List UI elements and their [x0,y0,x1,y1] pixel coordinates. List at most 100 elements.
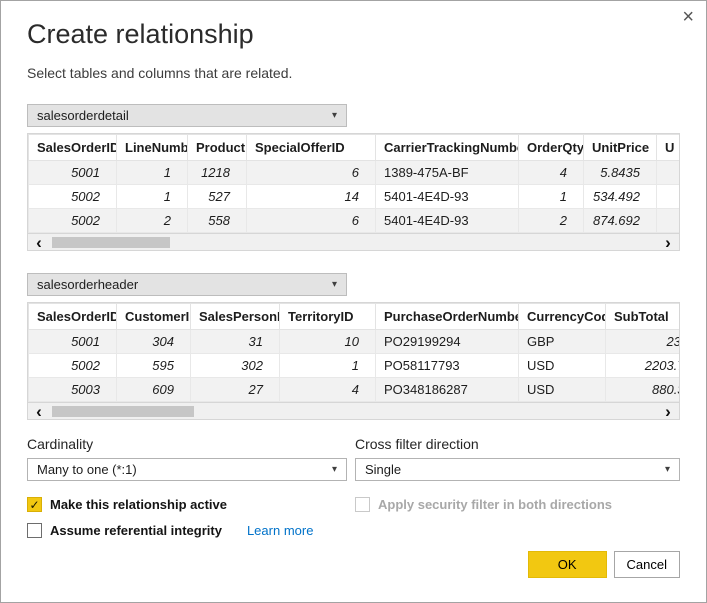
table-cell[interactable]: 1218 [188,161,247,185]
table-cell[interactable]: 2 [519,209,584,233]
column-header[interactable]: TerritoryID [280,304,376,330]
cancel-button[interactable]: Cancel [614,551,680,578]
table-cell[interactable]: 14 [247,185,376,209]
table-cell[interactable]: PO29199294 [376,330,519,354]
table-cell[interactable]: 5.8435 [584,161,657,185]
close-icon[interactable]: × [682,7,694,27]
table-cell[interactable]: 5002 [29,209,117,233]
table-cell[interactable]: 4 [280,378,376,402]
table-cell[interactable]: 5001 [29,330,117,354]
table-cell[interactable]: 23.37 [606,330,680,354]
table-cell[interactable]: 2203.702 [606,354,680,378]
cardinality-value: Many to one (*:1) [37,462,137,477]
column-header[interactable]: LineNumber [117,135,188,161]
table-cell[interactable]: 609 [117,378,191,402]
table-cell[interactable]: 5002 [29,185,117,209]
check-icon: ✓ [29,499,39,511]
table-cell[interactable]: 27 [191,378,280,402]
table-row: 5002255865401-4E4D-932874.692 [29,209,680,233]
referential-integrity-row: Assume referential integrity Learn more [27,523,347,538]
column-header[interactable]: CarrierTrackingNumber [376,135,519,161]
table-cell[interactable] [657,209,680,233]
column-header[interactable]: CurrencyCode [519,304,606,330]
column-header[interactable]: SalesOrderID [29,135,117,161]
table-cell[interactable]: 4 [519,161,584,185]
scroll-right-icon[interactable]: › [657,404,679,419]
column-header[interactable]: ProductID [188,135,247,161]
preview-table: SalesOrderIDLineNumberProductIDSpecialOf… [28,134,679,233]
column-header[interactable]: OrderQty [519,135,584,161]
column-header[interactable]: UnitPrice [584,135,657,161]
dialog-footer: OK Cancel [528,551,680,578]
ok-button[interactable]: OK [528,551,607,578]
table-cell[interactable]: 1 [519,185,584,209]
table-cell[interactable]: 10 [280,330,376,354]
table-cell[interactable]: 31 [191,330,280,354]
table-cell[interactable]: 302 [191,354,280,378]
table-cell[interactable]: 304 [117,330,191,354]
table-row: 5003609274PO348186287USD880.348 [29,378,680,402]
table-cell[interactable]: 1389-475A-BF [376,161,519,185]
referential-integrity-checkbox[interactable] [27,523,42,538]
table-cell[interactable]: 880.348 [606,378,680,402]
security-filter-checkbox [355,497,370,512]
table-cell[interactable]: 1 [117,185,188,209]
table1-select[interactable]: salesorderdetail ▾ [27,104,347,127]
column-header[interactable]: U [657,135,680,161]
table2-grid: SalesOrderIDCustomerIDSalesPersonIDTerri… [28,303,679,402]
table-cell[interactable]: 2 [117,209,188,233]
active-relationship-label: Make this relationship active [50,497,227,512]
scroll-track [50,403,657,419]
table-cell[interactable]: 5001 [29,161,117,185]
chevron-down-icon: ▾ [332,110,337,121]
column-header[interactable]: SubTotal [606,304,680,330]
table1-preview: SalesOrderIDLineNumberProductIDSpecialOf… [27,133,680,251]
table-cell[interactable]: GBP [519,330,606,354]
table-cell[interactable] [657,185,680,209]
scroll-thumb[interactable] [52,406,194,417]
table-cell[interactable]: 6 [247,209,376,233]
cardinality-select[interactable]: Many to one (*:1) ▾ [27,458,347,481]
table-cell[interactable]: 1 [117,161,188,185]
table-cell[interactable]: PO58117793 [376,354,519,378]
active-relationship-row: ✓ Make this relationship active [27,497,347,512]
table2-preview: SalesOrderIDCustomerIDSalesPersonIDTerri… [27,302,680,420]
table-cell[interactable]: 5003 [29,378,117,402]
table-row: 50025953021PO58117793USD2203.702 [29,354,680,378]
table-row: 50011121861389-475A-BF45.8435 [29,161,680,185]
table1-scrollbar: ‹ › [28,233,679,250]
column-header[interactable]: SalesPersonID [191,304,280,330]
table-cell[interactable]: 5401-4E4D-93 [376,185,519,209]
table-cell[interactable]: 1 [280,354,376,378]
scroll-left-icon[interactable]: ‹ [28,235,50,250]
table-cell[interactable]: 534.492 [584,185,657,209]
table-cell[interactable]: 6 [247,161,376,185]
table-cell[interactable]: USD [519,354,606,378]
scroll-left-icon[interactable]: ‹ [28,404,50,419]
table-cell[interactable]: PO348186287 [376,378,519,402]
table1-select-value: salesorderdetail [37,108,129,123]
column-header[interactable]: PurchaseOrderNumber [376,304,519,330]
cardinality-label: Cardinality [27,436,347,452]
table-cell[interactable] [657,161,680,185]
column-header[interactable]: SalesOrderID [29,304,117,330]
active-relationship-checkbox[interactable]: ✓ [27,497,42,512]
header-row: SalesOrderIDLineNumberProductIDSpecialOf… [29,135,680,161]
chevron-down-icon: ▾ [665,464,670,475]
cross-filter-select[interactable]: Single ▾ [355,458,680,481]
table-cell[interactable]: 595 [117,354,191,378]
table2-select[interactable]: salesorderheader ▾ [27,273,347,296]
column-header[interactable]: CustomerID [117,304,191,330]
table-cell[interactable]: 558 [188,209,247,233]
column-header[interactable]: SpecialOfferID [247,135,376,161]
scroll-right-icon[interactable]: › [657,235,679,250]
table-cell[interactable]: USD [519,378,606,402]
learn-more-link[interactable]: Learn more [247,523,313,538]
table-cell[interactable]: 874.692 [584,209,657,233]
table-cell[interactable]: 527 [188,185,247,209]
table-cell[interactable]: 5401-4E4D-93 [376,209,519,233]
table-cell[interactable]: 5002 [29,354,117,378]
scroll-thumb[interactable] [52,237,170,248]
scroll-track [50,234,657,250]
table-row: 50021527145401-4E4D-931534.492 [29,185,680,209]
